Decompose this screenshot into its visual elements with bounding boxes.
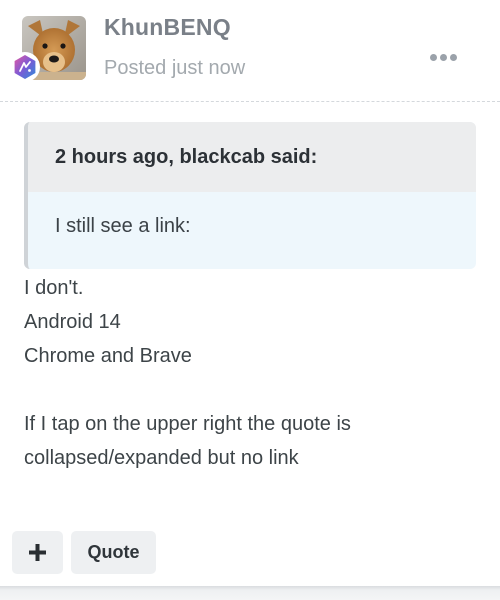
post-line: Chrome and Brave xyxy=(24,345,192,367)
post-timestamp[interactable]: Posted just now xyxy=(104,57,245,80)
author-avatar-container[interactable] xyxy=(10,16,86,82)
dot xyxy=(440,53,447,61)
quote-body: I still see a link: xyxy=(55,215,191,237)
header-divider xyxy=(0,101,500,102)
post-line: If I tap on the upper right the quote is xyxy=(24,413,351,435)
dot xyxy=(430,53,437,61)
ellipsis-icon[interactable] xyxy=(430,50,460,64)
forum-post: KhunBENQ Posted just now 2 hours ago, bl… xyxy=(0,0,500,588)
post-content: I don't. Android 14 Chrome and Brave If … xyxy=(24,271,476,475)
blockquote: 2 hours ago, blackcab said: I still see … xyxy=(24,122,476,269)
post-line: Android 14 xyxy=(24,311,121,333)
quote-button[interactable]: Quote xyxy=(71,531,156,574)
plus-icon xyxy=(29,544,46,561)
dot xyxy=(450,53,457,61)
post-line: I don't. xyxy=(24,277,84,299)
quote-citation[interactable]: 2 hours ago, blackcab said: xyxy=(28,122,476,192)
add-reaction-button[interactable] xyxy=(12,531,63,574)
post-line: collapsed/expanded but no link xyxy=(24,447,299,469)
post-bottom-edge xyxy=(0,586,500,600)
rank-badge-icon xyxy=(10,52,40,82)
author-name[interactable]: KhunBENQ xyxy=(104,14,231,41)
